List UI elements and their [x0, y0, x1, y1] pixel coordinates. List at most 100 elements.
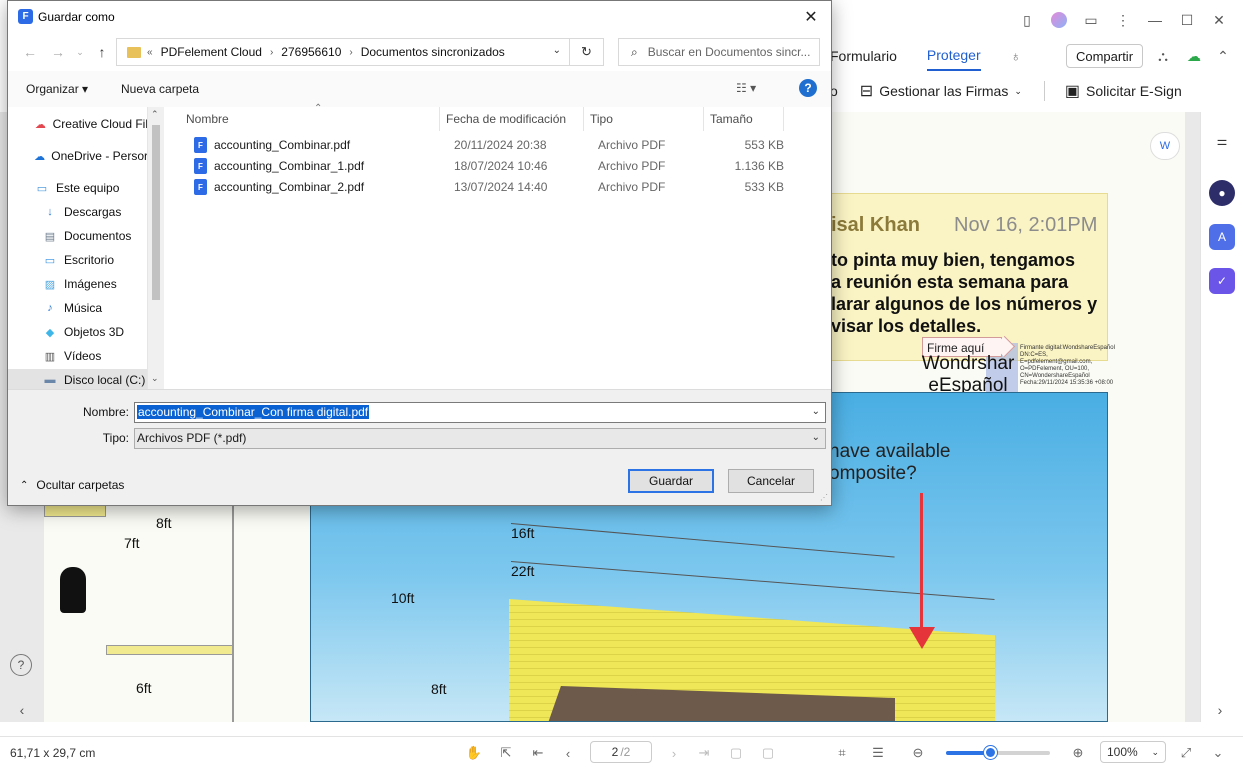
zoom-slider-knob[interactable]: [983, 746, 997, 759]
filetype-select[interactable]: Archivos PDF (*.pdf) ⌄: [134, 428, 826, 449]
chevron-down-icon: ⌄: [1151, 746, 1159, 757]
address-bar[interactable]: « PDFelement Cloud › 276956610 › Documen…: [116, 38, 604, 66]
nav-item[interactable]: ↓ Descargas: [8, 201, 147, 223]
chevron-down-icon[interactable]: ⌄: [812, 406, 820, 417]
lightbulb-icon[interactable]: ♁: [1011, 42, 1022, 70]
tab-formulario[interactable]: Formulario: [830, 42, 897, 70]
manage-signatures-button[interactable]: ⊟ Gestionar las Firmas ⌄: [860, 81, 1022, 101]
scroll-down-icon[interactable]: ⌄: [151, 373, 159, 384]
page-layout-icon[interactable]: ☰: [868, 743, 888, 763]
expand-icon[interactable]: ⌄: [1208, 743, 1228, 763]
up-arrow-icon[interactable]: ↑: [92, 42, 112, 62]
word-convert-icon[interactable]: W: [1150, 132, 1180, 160]
avatar[interactable]: [1043, 6, 1075, 34]
breadcrumb-item[interactable]: Documentos sincronizados: [361, 45, 505, 59]
nav-item[interactable]: ▭ Escritorio: [8, 249, 147, 271]
save-button[interactable]: Guardar: [628, 469, 714, 493]
first-page-icon[interactable]: ⇤: [528, 743, 548, 763]
file-row[interactable]: Faccounting_Combinar.pdf 20/11/2024 20:38…: [182, 135, 792, 156]
zoom-out-icon[interactable]: ⊖: [908, 743, 928, 763]
collapse-ribbon-icon[interactable]: ⌃: [1207, 42, 1239, 70]
music-icon: ♪: [47, 302, 53, 314]
organize-button[interactable]: Organizar ▾: [26, 82, 88, 96]
nav-item[interactable]: ♪ Música: [8, 297, 147, 319]
address-overflow[interactable]: «: [147, 47, 153, 58]
translate-icon[interactable]: A: [1209, 224, 1235, 250]
hide-folders-toggle[interactable]: ⌃ Ocultar carpetas: [20, 478, 124, 492]
tab-proteger[interactable]: Proteger: [926, 41, 981, 71]
nav-scrollbar-thumb[interactable]: [152, 125, 160, 300]
next-page-icon[interactable]: ›: [664, 743, 684, 763]
nav-item[interactable]: ▭ Este equipo: [8, 177, 147, 199]
crop-icon[interactable]: ⌗: [832, 743, 852, 763]
tree-icon[interactable]: ⛬: [1147, 42, 1179, 70]
column-header-type[interactable]: Tipo: [584, 107, 704, 131]
3d-objects-icon: ◆: [45, 326, 55, 339]
nav-scrollbar[interactable]: ⌃ ⌄: [148, 107, 164, 389]
comment-note[interactable]: isal Khan Nov 16, 2:01PM to pinta muy bi…: [790, 193, 1108, 361]
address-dropdown-icon[interactable]: ⌄: [553, 45, 561, 56]
scroll-up-icon[interactable]: ⌃: [151, 109, 159, 120]
dialog-title: Guardar como: [38, 10, 115, 24]
dialog-close-button[interactable]: ✕: [797, 4, 825, 30]
search-input[interactable]: ⌕ Buscar en Documentos sincr...: [618, 38, 820, 66]
last-page-icon[interactable]: ⇥: [694, 743, 714, 763]
column-header-modified[interactable]: Fecha de modificación: [440, 107, 584, 131]
column-header-name[interactable]: Nombre: [180, 107, 440, 131]
filename-input[interactable]: accounting_Combinar_Con firma digital.pd…: [134, 402, 826, 423]
zoom-slider[interactable]: [946, 746, 1050, 759]
new-folder-button[interactable]: Nueva carpeta: [121, 82, 199, 96]
file-name: accounting_Combinar_2.pdf: [214, 180, 365, 194]
prev-page-arrow-icon[interactable]: ‹: [6, 696, 38, 724]
fit-width-icon[interactable]: ▢: [758, 743, 778, 763]
nav-item[interactable]: ▬ Disco local (C:): [8, 369, 147, 389]
share-button[interactable]: Compartir: [1066, 44, 1143, 68]
column-header-size[interactable]: Tamaño: [704, 107, 784, 131]
select-tool-icon[interactable]: ⇱: [496, 743, 516, 763]
maximize-icon[interactable]: ☐: [1171, 6, 1203, 34]
next-page-arrow-icon[interactable]: ›: [1204, 696, 1236, 724]
refresh-icon[interactable]: ↻: [569, 39, 603, 65]
esign-icon: ▣: [1064, 83, 1081, 100]
recent-dropdown-icon[interactable]: ⌄: [70, 42, 90, 62]
dimension-label: 8ft: [156, 515, 172, 531]
page-indicator[interactable]: 2 /2: [590, 741, 652, 763]
close-icon[interactable]: ✕: [1203, 6, 1235, 34]
fullscreen-icon[interactable]: ⤢: [1176, 743, 1196, 763]
ai-assistant-icon[interactable]: ●: [1209, 180, 1235, 206]
nav-item[interactable]: ☁ Creative Cloud Fil: [8, 113, 147, 135]
zoom-select[interactable]: 100% ⌄: [1100, 741, 1166, 763]
nav-item[interactable]: ☁ OneDrive - Persor: [8, 145, 147, 167]
back-arrow-icon[interactable]: ←: [20, 42, 40, 62]
request-esign-button[interactable]: ▣ Solicitar E-Sign: [1065, 81, 1182, 101]
properties-icon[interactable]: ⚌: [1209, 128, 1235, 154]
more-icon[interactable]: ⋮: [1107, 6, 1139, 34]
view-options-icon[interactable]: ☷ ▾: [736, 81, 756, 95]
page-current: 2: [611, 745, 619, 759]
nav-item[interactable]: ▨ Imágenes: [8, 273, 147, 295]
nav-item[interactable]: ▥ Vídeos: [8, 345, 147, 367]
resize-grip-icon[interactable]: ⋰: [820, 493, 828, 502]
previous-page-icon[interactable]: ‹: [558, 743, 578, 763]
nav-item[interactable]: ◆ Objetos 3D: [8, 321, 147, 343]
file-row[interactable]: Faccounting_Combinar_1.pdf 18/07/2024 10:…: [182, 156, 792, 177]
fit-page-icon[interactable]: ▢: [726, 743, 746, 763]
minimize-icon[interactable]: —: [1139, 6, 1171, 34]
hand-tool-icon[interactable]: ✋: [464, 743, 484, 763]
chevron-down-icon[interactable]: ⌄: [812, 432, 820, 443]
folder-icon: [127, 46, 141, 58]
cloud-sync-icon[interactable]: ☁: [1178, 42, 1210, 70]
comment-icon[interactable]: ▭: [1075, 6, 1107, 34]
cancel-button[interactable]: Cancelar: [728, 469, 814, 493]
breadcrumb-item[interactable]: PDFelement Cloud: [161, 45, 262, 59]
file-icon[interactable]: ▯: [1011, 6, 1043, 34]
nav-item[interactable]: ▤ Documentos: [8, 225, 147, 247]
checklist-icon[interactable]: ✓: [1209, 268, 1235, 294]
help-icon[interactable]: ?: [799, 79, 817, 97]
file-row[interactable]: Faccounting_Combinar_2.pdf 13/07/2024 14:…: [182, 177, 792, 198]
nav-item-label: Este equipo: [56, 181, 120, 195]
forward-arrow-icon[interactable]: →: [48, 42, 68, 62]
zoom-in-icon[interactable]: ⊕: [1068, 743, 1088, 763]
help-circle-icon[interactable]: ?: [10, 654, 32, 676]
breadcrumb-item[interactable]: 276956610: [281, 45, 341, 59]
